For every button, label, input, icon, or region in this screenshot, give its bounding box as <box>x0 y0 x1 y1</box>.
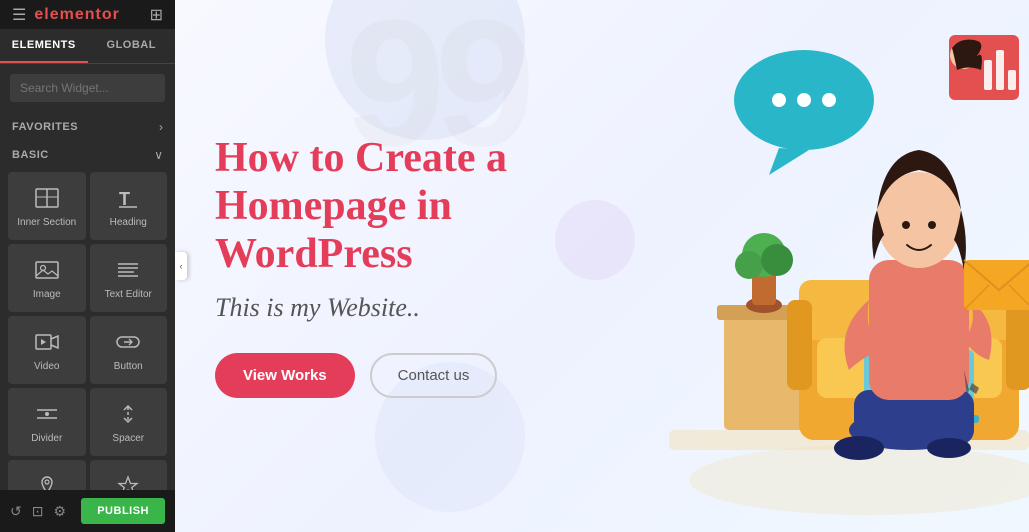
widget-text-editor[interactable]: Text Editor <box>90 244 168 312</box>
basic-arrow-icon: ∨ <box>154 148 163 162</box>
inner-section-icon <box>35 188 59 212</box>
heading-icon: T <box>117 188 139 212</box>
page-preview: 99 How to Create a Homepage in WordPress… <box>175 0 1029 532</box>
widget-button[interactable]: Button <box>90 316 168 384</box>
image-icon <box>35 260 59 284</box>
spacer-icon <box>116 404 140 428</box>
hero-subtitle: This is my Website.. <box>215 293 565 323</box>
search-input[interactable] <box>10 74 165 102</box>
sidebar-bottom: ↺ ⊡ ⚙ PUBLISH <box>0 490 175 532</box>
hero-text: How to Create a Homepage in WordPress Th… <box>175 104 595 429</box>
collapse-arrow-icon: ‹ <box>180 261 183 271</box>
button-icon <box>116 332 140 356</box>
widget-divider-label: Divider <box>31 433 62 445</box>
widget-image[interactable]: Image <box>8 244 86 312</box>
illustration <box>569 0 1029 532</box>
publish-button[interactable]: PUBLISH <box>81 498 165 524</box>
video-icon <box>35 332 59 356</box>
settings-icon[interactable]: ⚙ <box>53 503 66 520</box>
widget-inner-section[interactable]: Inner Section <box>8 172 86 240</box>
widget-inner-section-label: Inner Section <box>17 217 76 229</box>
favorites-arrow-icon: › <box>159 120 163 134</box>
tabs-row: ELEMENTS GLOBAL <box>0 29 175 64</box>
sidebar-collapse-handle[interactable]: ‹ <box>175 252 187 280</box>
tab-elements[interactable]: ELEMENTS <box>0 29 88 63</box>
hero-buttons: View Works Contact us <box>215 353 565 398</box>
widget-spacer-label: Spacer <box>112 433 144 445</box>
widgets-grid: Inner Section T Heading Image <box>0 168 175 532</box>
history-icon[interactable]: ↺ <box>10 503 22 520</box>
grid-icon[interactable]: ⊞ <box>150 5 163 25</box>
sidebar-header: ☰ elementor ⊞ <box>0 0 175 29</box>
main-content: 99 How to Create a Homepage in WordPress… <box>175 0 1029 532</box>
basic-section-header[interactable]: BASIC ∨ <box>0 140 175 168</box>
elementor-logo: elementor <box>34 6 119 24</box>
sidebar-header-left: ☰ elementor <box>12 5 120 25</box>
bottom-icons: ↺ ⊡ ⚙ <box>10 503 66 520</box>
contact-us-button[interactable]: Contact us <box>370 353 498 398</box>
favorites-label: FAVORITES <box>12 121 78 133</box>
basic-label: BASIC <box>12 149 49 161</box>
favorites-section-header[interactable]: FAVORITES › <box>0 112 175 140</box>
widget-heading[interactable]: T Heading <box>90 172 168 240</box>
svg-text:T: T <box>119 189 130 208</box>
widget-heading-label: Heading <box>110 217 147 229</box>
widget-divider[interactable]: Divider <box>8 388 86 456</box>
hero-title: How to Create a Homepage in WordPress <box>215 134 565 279</box>
widget-button-label: Button <box>114 361 143 373</box>
sidebar: ☰ elementor ⊞ ELEMENTS GLOBAL FAVORITES … <box>0 0 175 532</box>
widget-image-label: Image <box>33 289 61 301</box>
widget-video[interactable]: Video <box>8 316 86 384</box>
tab-global[interactable]: GLOBAL <box>88 29 176 63</box>
view-works-button[interactable]: View Works <box>215 353 355 398</box>
hamburger-icon[interactable]: ☰ <box>12 5 26 25</box>
widget-text-editor-label: Text Editor <box>105 289 152 301</box>
text-editor-icon <box>116 260 140 284</box>
widget-spacer[interactable]: Spacer <box>90 388 168 456</box>
responsive-icon[interactable]: ⊡ <box>32 503 44 520</box>
widget-video-label: Video <box>34 361 59 373</box>
divider-icon <box>35 404 59 428</box>
